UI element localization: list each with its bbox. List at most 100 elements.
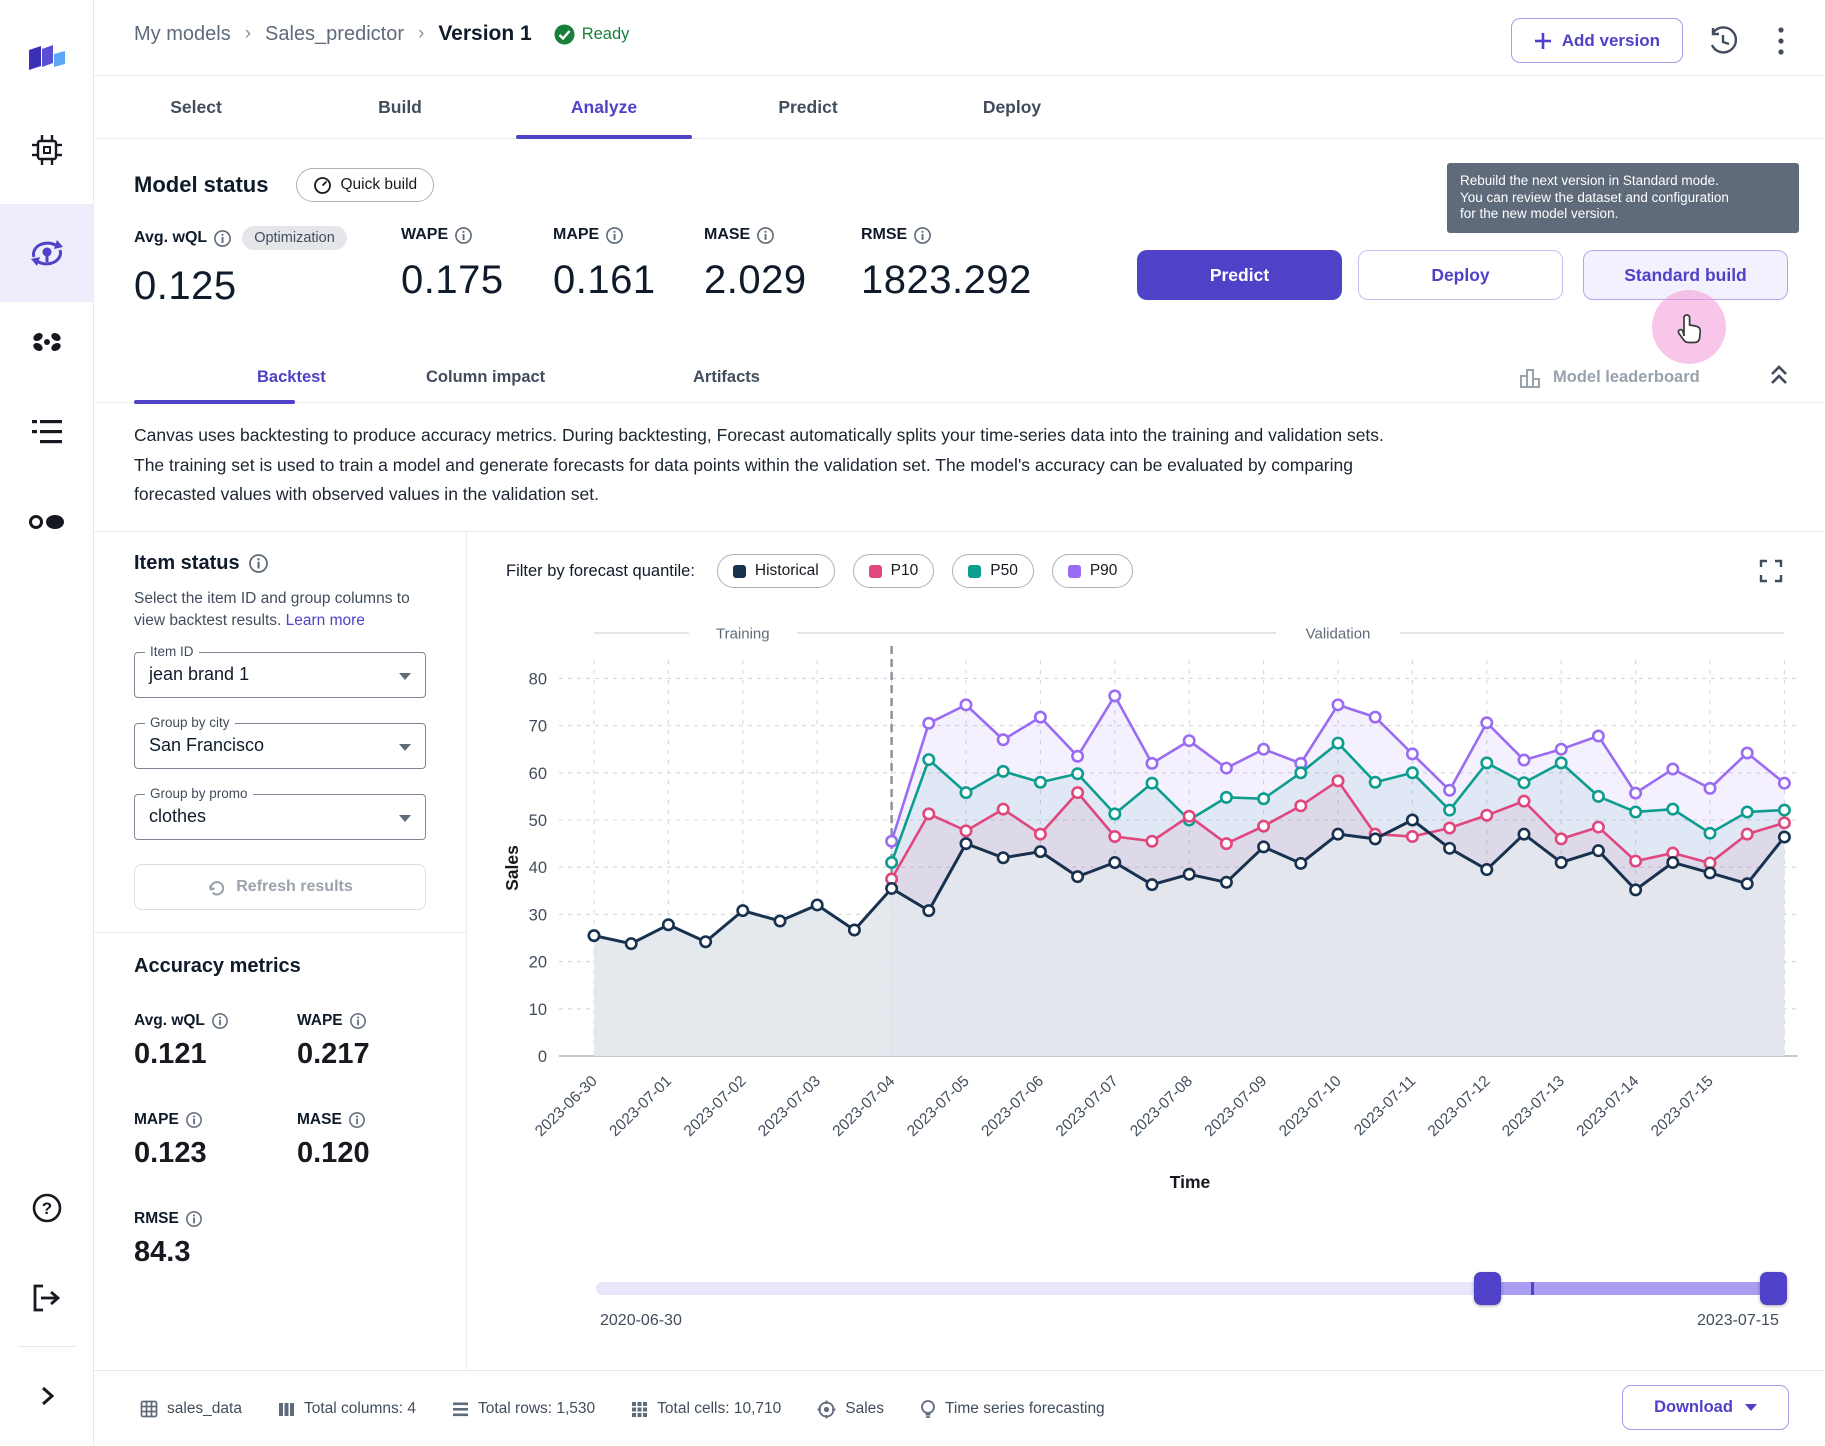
slider-handle-right[interactable]	[1760, 1272, 1787, 1305]
subtab-column-impact[interactable]: Column impact	[426, 352, 545, 403]
svg-text:Validation: Validation	[1306, 626, 1371, 643]
slider-handle-left[interactable]	[1474, 1272, 1501, 1305]
p10-swatch	[869, 565, 882, 578]
cells-grid-icon	[631, 1401, 648, 1418]
metric-value: 1823.292	[861, 258, 1032, 303]
acc-metric-mape: MAPE 0.123	[134, 1111, 207, 1170]
fullscreen-expand-icon	[1758, 558, 1784, 584]
sidebar-expand-button[interactable]	[0, 1366, 94, 1426]
time-range-slider[interactable]	[596, 1282, 1787, 1295]
info-icon[interactable]	[914, 227, 931, 244]
help-icon: ?	[29, 1190, 65, 1226]
metric-wape: WAPE 0.175	[401, 226, 504, 303]
logout-button[interactable]	[0, 1262, 94, 1334]
breadcrumb-model[interactable]: Sales_predictor	[265, 23, 404, 46]
svg-text:60: 60	[529, 765, 547, 783]
svg-text:?: ?	[42, 1199, 52, 1218]
group-by-city-select[interactable]: Group by city San Francisco	[134, 723, 426, 769]
chip-historical[interactable]: Historical	[717, 554, 835, 588]
svg-text:Time: Time	[1170, 1172, 1211, 1192]
footer-total-columns: Total columns: 4	[278, 1400, 416, 1418]
more-options-button[interactable]	[1763, 23, 1799, 59]
help-button[interactable]: ?	[0, 1172, 94, 1244]
backtest-forecast-chart[interactable]: TrainingValidation010203040506070802023-…	[500, 620, 1820, 1220]
tab-analyze[interactable]: Analyze	[502, 76, 706, 138]
deploy-button[interactable]: Deploy	[1358, 250, 1563, 300]
svg-text:2023-06-30: 2023-06-30	[532, 1072, 601, 1140]
svg-text:Training: Training	[716, 626, 770, 643]
target-icon	[817, 1400, 836, 1419]
info-icon[interactable]	[350, 1013, 366, 1029]
tab-deploy[interactable]: Deploy	[910, 76, 1114, 138]
quick-build-badge[interactable]: Quick build	[296, 168, 434, 202]
tab-select[interactable]: Select	[94, 76, 298, 138]
metric-mape: MAPE 0.161	[553, 226, 656, 303]
chip-p10[interactable]: P10	[853, 554, 935, 588]
chevron-down-icon	[1745, 1404, 1757, 1411]
sidebar-item-my-models[interactable]	[0, 204, 94, 302]
section-divider	[94, 531, 1825, 532]
sidebar-item-datasets[interactable]	[0, 114, 94, 186]
version-history-button[interactable]	[1705, 23, 1741, 59]
metric-value: 0.161	[553, 258, 656, 303]
learn-more-link[interactable]: Learn more	[286, 612, 365, 629]
tab-predict[interactable]: Predict	[706, 76, 910, 138]
info-icon[interactable]	[455, 227, 472, 244]
workflow-tabs: Select Build Analyze Predict Deploy	[94, 76, 1825, 139]
svg-text:2023-07-08: 2023-07-08	[1127, 1073, 1196, 1140]
svg-text:2023-07-13: 2023-07-13	[1499, 1073, 1568, 1140]
footer-dataset[interactable]: sales_data	[140, 1400, 242, 1418]
svg-text:Sales: Sales	[502, 845, 522, 891]
info-icon[interactable]	[186, 1112, 202, 1128]
breadcrumb-separator: ›	[418, 23, 424, 45]
info-icon[interactable]	[212, 1013, 228, 1029]
info-icon[interactable]	[757, 227, 774, 244]
tab-build[interactable]: Build	[298, 76, 502, 138]
sidebar-item-list[interactable]	[0, 396, 94, 468]
chevron-down-icon	[399, 744, 411, 751]
acc-metric-wape: WAPE 0.217	[297, 1012, 370, 1071]
double-chevron-up-icon	[1766, 362, 1792, 388]
subtab-backtest[interactable]: Backtest	[257, 352, 326, 403]
subtab-artifacts[interactable]: Artifacts	[693, 352, 760, 403]
chevron-right-icon	[34, 1383, 60, 1409]
item-id-select[interactable]: Item ID jean brand 1	[134, 652, 426, 698]
breadcrumb: My models › Sales_predictor › Version 1 …	[134, 22, 629, 46]
info-icon[interactable]	[214, 230, 231, 247]
table-icon	[140, 1400, 158, 1418]
cpu-chip-icon	[30, 133, 64, 167]
group-by-promo-select[interactable]: Group by promo clothes	[134, 794, 426, 840]
refresh-icon	[207, 878, 226, 897]
info-icon[interactable]	[606, 227, 623, 244]
chip-p50[interactable]: P50	[952, 554, 1034, 588]
sidebar-item-automations[interactable]	[0, 486, 94, 558]
quick-build-icon	[313, 176, 332, 195]
footer-total-cells: Total cells: 10,710	[631, 1400, 781, 1418]
fullscreen-button[interactable]	[1758, 558, 1784, 584]
acc-metric-avg-wql: Avg. wQL 0.121	[134, 1012, 228, 1071]
filter-label: Filter by forecast quantile:	[506, 562, 695, 581]
metric-value: 0.175	[401, 258, 504, 303]
predict-button[interactable]: Predict	[1137, 250, 1342, 300]
sidebar-item-ready-models[interactable]	[0, 306, 94, 378]
add-version-button[interactable]: Add version	[1511, 18, 1683, 63]
chip-p90[interactable]: P90	[1052, 554, 1134, 588]
panel-divider	[466, 532, 467, 1370]
breadcrumb-my-models[interactable]: My models	[134, 23, 231, 46]
svg-text:10: 10	[529, 1001, 547, 1019]
info-icon[interactable]	[349, 1112, 365, 1128]
quantile-filter-row: Filter by forecast quantile: Historical …	[506, 554, 1133, 588]
info-icon[interactable]	[249, 554, 268, 573]
item-status-title: Item status	[134, 552, 268, 575]
svg-text:2023-07-03: 2023-07-03	[755, 1073, 824, 1140]
svg-text:2023-07-04: 2023-07-04	[830, 1072, 899, 1140]
slider-selected-range[interactable]	[1487, 1282, 1773, 1295]
collapse-panel-button[interactable]	[1766, 362, 1798, 394]
panel-section-divider	[94, 932, 466, 933]
download-button[interactable]: Download	[1622, 1385, 1789, 1430]
acc-metric-rmse: RMSE 84.3	[134, 1210, 202, 1269]
breadcrumb-version: Version 1	[438, 22, 531, 46]
refresh-results-button[interactable]: Refresh results	[134, 864, 426, 910]
svg-text:2023-07-14: 2023-07-14	[1574, 1072, 1643, 1140]
info-icon[interactable]	[186, 1211, 202, 1227]
